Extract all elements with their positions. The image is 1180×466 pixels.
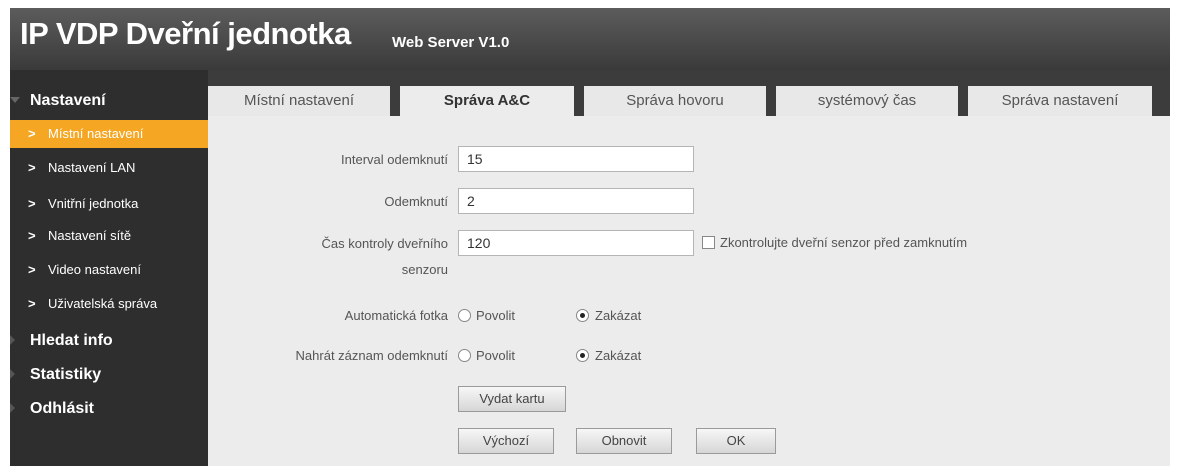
chevron-right-icon: > bbox=[28, 228, 36, 243]
tab-bar: Místní nastavení Správa A&C Správa hovor… bbox=[208, 70, 1170, 116]
tab-mistni-nastaveni[interactable]: Místní nastavení bbox=[208, 86, 390, 116]
sidebar-item-nastaveni-site[interactable]: > Nastavení sítě bbox=[10, 222, 208, 250]
chevron-right-icon: > bbox=[28, 196, 36, 211]
expand-arrow-icon bbox=[10, 97, 20, 103]
unlock-record-disable-radio[interactable] bbox=[576, 349, 589, 362]
sidebar-item-vnitrni-jednotka[interactable]: > Vnitřní jednotka bbox=[10, 190, 208, 218]
main-panel: Místní nastavení Správa A&C Správa hovor… bbox=[208, 70, 1170, 466]
app-window: IP VDP Dveřní jednotka Web Server V1.0 N… bbox=[0, 0, 1180, 466]
sidebar-section-label: Nastavení bbox=[30, 92, 106, 109]
sidebar-item-label: Vnitřní jednotka bbox=[48, 196, 139, 211]
sidebar-section-label: Statistiky bbox=[30, 366, 102, 383]
auto-snapshot-enable-radio[interactable] bbox=[458, 309, 471, 322]
sidebar-section-nastaveni[interactable]: Nastavení bbox=[10, 86, 208, 116]
sidebar-item-label: Uživatelská správa bbox=[48, 296, 158, 311]
default-button[interactable]: Výchozí bbox=[458, 428, 554, 454]
sidebar-item-label: Video nastavení bbox=[48, 262, 141, 277]
unlock-interval-input[interactable] bbox=[458, 146, 694, 172]
sidebar-section-label: Hledat info bbox=[30, 332, 113, 349]
header-bar: IP VDP Dveřní jednotka Web Server V1.0 bbox=[10, 8, 1170, 70]
check-sensor-label: Zkontrolujte dveřní senzor před zamknutí… bbox=[720, 235, 968, 250]
sidebar-section-hledat-info[interactable]: Hledat info bbox=[10, 326, 208, 356]
sidebar-item-label: Místní nastavení bbox=[48, 126, 144, 141]
collapsed-arrow-icon bbox=[10, 403, 15, 413]
sidebar-item-uzivatelska-sprava[interactable]: > Uživatelská správa bbox=[10, 290, 208, 318]
unlock-interval-label: Interval odemknutí bbox=[341, 152, 448, 167]
sidebar: Nastavení > Místní nastavení > Nastavení… bbox=[10, 70, 208, 466]
unlock-label: Odemknutí bbox=[384, 194, 448, 209]
sidebar-section-odhlasit[interactable]: Odhlásit bbox=[10, 394, 208, 424]
door-sensor-time-label-cont: senzoru bbox=[401, 262, 448, 277]
chevron-right-icon: > bbox=[28, 160, 36, 175]
chevron-right-icon: > bbox=[28, 262, 36, 277]
auto-snapshot-enable-label: Povolit bbox=[476, 308, 516, 323]
refresh-button[interactable]: Obnovit bbox=[576, 428, 672, 454]
issue-card-button[interactable]: Vydat kartu bbox=[458, 386, 566, 412]
door-sensor-time-input[interactable] bbox=[458, 230, 694, 256]
unlock-record-label: Nahrát záznam odemknutí bbox=[295, 348, 448, 363]
unlock-record-enable-label: Povolit bbox=[476, 348, 516, 363]
sidebar-section-label: Odhlásit bbox=[30, 400, 95, 417]
tab-sprava-ac[interactable]: Správa A&C bbox=[400, 86, 574, 116]
tab-systemovy-cas[interactable]: systémový čas bbox=[776, 86, 958, 116]
collapsed-arrow-icon bbox=[10, 335, 15, 345]
sidebar-item-label: Nastavení LAN bbox=[48, 160, 136, 175]
door-sensor-time-label: Čas kontroly dveřního bbox=[321, 236, 448, 251]
sidebar-item-mistni-nastaveni[interactable]: > Místní nastavení bbox=[10, 120, 208, 148]
auto-snapshot-label: Automatická fotka bbox=[344, 308, 448, 323]
auto-snapshot-disable-radio[interactable] bbox=[576, 309, 589, 322]
ok-button[interactable]: OK bbox=[696, 428, 776, 454]
tab-sprava-nastaveni[interactable]: Správa nastavení bbox=[968, 86, 1152, 116]
sidebar-item-nastaveni-lan[interactable]: > Nastavení LAN bbox=[10, 154, 208, 182]
chevron-right-icon: > bbox=[28, 296, 36, 311]
unlock-record-disable-label: Zakázat bbox=[595, 348, 642, 363]
app-version: Web Server V1.0 bbox=[392, 34, 510, 51]
auto-snapshot-disable-label: Zakázat bbox=[595, 308, 642, 323]
unlock-record-enable-radio[interactable] bbox=[458, 349, 471, 362]
sidebar-item-label: Nastavení sítě bbox=[48, 228, 132, 243]
chevron-right-icon: > bbox=[28, 126, 36, 141]
sidebar-section-statistiky[interactable]: Statistiky bbox=[10, 360, 208, 390]
check-sensor-checkbox[interactable] bbox=[702, 236, 715, 249]
app-title: IP VDP Dveřní jednotka bbox=[20, 16, 351, 51]
collapsed-arrow-icon bbox=[10, 369, 15, 379]
sidebar-item-video-nastaveni[interactable]: > Video nastavení bbox=[10, 256, 208, 284]
unlock-input[interactable] bbox=[458, 188, 694, 214]
tab-sprava-hovoru[interactable]: Správa hovoru bbox=[584, 86, 766, 116]
